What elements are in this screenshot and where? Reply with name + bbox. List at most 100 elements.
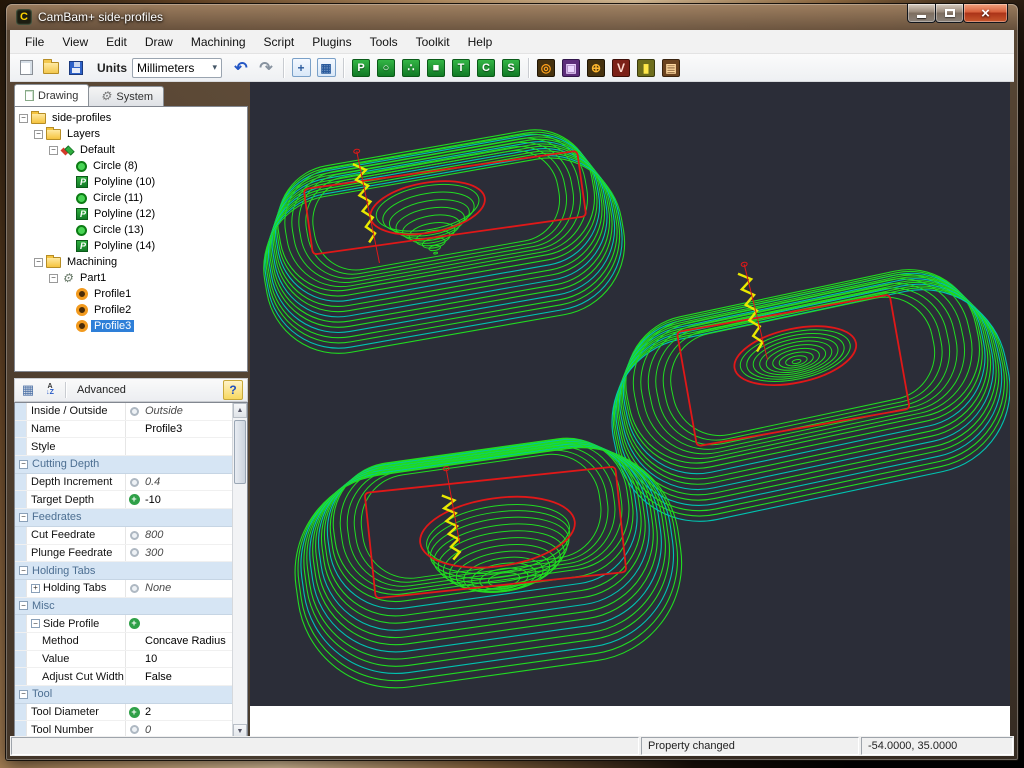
mop-lathe-icon[interactable]: ▮ [634, 56, 658, 80]
tab-drawing[interactable]: Drawing [14, 84, 89, 106]
undo-icon[interactable]: ↶ [229, 56, 253, 80]
prop-value[interactable]: Concave Radius [142, 633, 232, 650]
default-value-icon[interactable] [130, 407, 139, 416]
scroll-up-icon[interactable]: ▲ [233, 403, 247, 418]
prop-category-misc[interactable]: −Misc [15, 598, 232, 616]
prop-value[interactable] [142, 438, 232, 455]
draw-points-icon[interactable]: ∴ [399, 56, 423, 80]
viewport-canvas[interactable] [250, 82, 1010, 706]
tree-node-polyline-10[interactable]: Polyline (10) [15, 174, 247, 190]
prop-value[interactable]: Profile3 [142, 421, 232, 438]
prop-method[interactable]: MethodConcave Radius [15, 633, 232, 651]
menu-file[interactable]: File [16, 32, 53, 52]
menu-tools[interactable]: Tools [361, 32, 407, 52]
default-value-icon[interactable] [130, 548, 139, 557]
menu-draw[interactable]: Draw [136, 32, 182, 52]
redo-icon[interactable]: ↷ [254, 56, 278, 80]
collapse-icon[interactable]: − [49, 146, 58, 155]
tree-node-profile1[interactable]: Profile1 [15, 286, 247, 302]
tree-node-polyline-14[interactable]: Polyline (14) [15, 238, 247, 254]
menu-machining[interactable]: Machining [182, 32, 255, 52]
draw-circle-icon[interactable]: ○ [374, 56, 398, 80]
prop-value[interactable]: Value10 [15, 651, 232, 669]
prop-value[interactable]: -10 [142, 491, 232, 508]
tree-node-polyline-12[interactable]: Polyline (12) [15, 206, 247, 222]
tree-node-machining[interactable]: −Machining [15, 254, 247, 270]
draw-text-icon[interactable]: T [449, 56, 473, 80]
tab-system[interactable]: System [88, 86, 164, 106]
prop-target-depth[interactable]: Target Depth+-10 [15, 491, 232, 509]
prop-name[interactable]: NameProfile3 [15, 421, 232, 439]
tree-node-default[interactable]: −Default [15, 142, 247, 158]
collapse-icon[interactable]: − [49, 274, 58, 283]
prop-value[interactable]: False [142, 668, 232, 685]
save-file-icon[interactable] [64, 56, 88, 80]
units-dropdown[interactable]: Millimeters▾ [132, 58, 222, 78]
tree-node-circle-13[interactable]: Circle (13) [15, 222, 247, 238]
prop-value[interactable]: 800 [142, 527, 232, 544]
prop-value[interactable]: 10 [142, 651, 232, 668]
prop-category-holding-tabs[interactable]: −Holding Tabs [15, 562, 232, 580]
default-value-icon[interactable] [130, 725, 139, 734]
prop-inside-outside[interactable]: Inside / OutsideOutside [15, 403, 232, 421]
minimize-button[interactable] [907, 4, 936, 23]
viewport-3d[interactable] [250, 82, 1010, 706]
mop-part-icon[interactable]: ▤ [659, 56, 683, 80]
menu-help[interactable]: Help [459, 32, 502, 52]
show-grid-icon[interactable]: ▦ [314, 56, 338, 80]
tree-node-profile3[interactable]: Profile3 [15, 318, 247, 334]
tree-node-circle-8[interactable]: Circle (8) [15, 158, 247, 174]
menu-edit[interactable]: Edit [97, 32, 136, 52]
mop-pocket-icon[interactable]: ▣ [559, 56, 583, 80]
tree-node-part1[interactable]: −Part1 [15, 270, 247, 286]
prop-cut-feedrate[interactable]: Cut Feedrate800 [15, 527, 232, 545]
collapse-icon[interactable]: − [19, 460, 28, 469]
alphabetical-sort-icon[interactable]: A↓Z [40, 380, 60, 400]
prop-style[interactable]: Style [15, 438, 232, 456]
expand-icon[interactable]: + [31, 584, 40, 593]
help-button[interactable]: ? [223, 380, 243, 400]
propgrid-scrollbar[interactable]: ▲ ▼ [232, 403, 247, 739]
close-button[interactable]: × [963, 4, 1008, 23]
draw-polyline-icon[interactable]: P [349, 56, 373, 80]
user-value-icon[interactable]: + [129, 494, 140, 505]
scrollbar-thumb[interactable] [234, 420, 246, 484]
categorized-view-icon[interactable]: ▦ [18, 380, 38, 400]
menu-toolkit[interactable]: Toolkit [407, 32, 459, 52]
mop-drill-icon[interactable]: ⊕ [584, 56, 608, 80]
tree-node-side-profiles[interactable]: −side-profiles [15, 110, 247, 126]
prop-category-feedrates[interactable]: −Feedrates [15, 509, 232, 527]
prop-adjust-cut-width[interactable]: Adjust Cut WidthFalse [15, 668, 232, 686]
menu-plugins[interactable]: Plugins [303, 32, 360, 52]
prop-plunge-feedrate[interactable]: Plunge Feedrate300 [15, 545, 232, 563]
collapse-icon[interactable]: − [19, 114, 28, 123]
prop-value[interactable]: None [142, 580, 232, 597]
tree-node-profile2[interactable]: Profile2 [15, 302, 247, 318]
draw-rectangle-icon[interactable]: ■ [424, 56, 448, 80]
draw-arc-icon[interactable]: C [474, 56, 498, 80]
user-value-icon[interactable]: + [129, 707, 140, 718]
collapse-icon[interactable]: − [19, 513, 28, 522]
prop-category-cutting-depth[interactable]: −Cutting Depth [15, 456, 232, 474]
default-value-icon[interactable] [130, 584, 139, 593]
prop-holding-tabs[interactable]: +Holding TabsNone [15, 580, 232, 598]
user-value-icon[interactable]: + [129, 618, 140, 629]
tree-node-layers[interactable]: −Layers [15, 126, 247, 142]
collapse-icon[interactable]: − [34, 130, 43, 139]
menu-view[interactable]: View [53, 32, 97, 52]
new-file-icon[interactable] [14, 56, 38, 80]
advanced-button[interactable]: Advanced [71, 382, 132, 398]
maximize-button[interactable] [935, 4, 964, 23]
default-value-icon[interactable] [130, 531, 139, 540]
draw-spline-icon[interactable]: S [499, 56, 523, 80]
prop-value[interactable] [142, 615, 232, 632]
collapse-icon[interactable]: − [19, 601, 28, 610]
prop-tool-diameter[interactable]: Tool Diameter+2 [15, 704, 232, 722]
prop-value[interactable]: 0.4 [142, 474, 232, 491]
mop-profile-icon[interactable]: ◎ [534, 56, 558, 80]
prop-value[interactable]: 300 [142, 545, 232, 562]
prop-depth-increment[interactable]: Depth Increment0.4 [15, 474, 232, 492]
collapse-icon[interactable]: − [31, 619, 40, 628]
prop-category-tool[interactable]: −Tool [15, 686, 232, 704]
snap-to-grid-icon[interactable]: + [289, 56, 313, 80]
